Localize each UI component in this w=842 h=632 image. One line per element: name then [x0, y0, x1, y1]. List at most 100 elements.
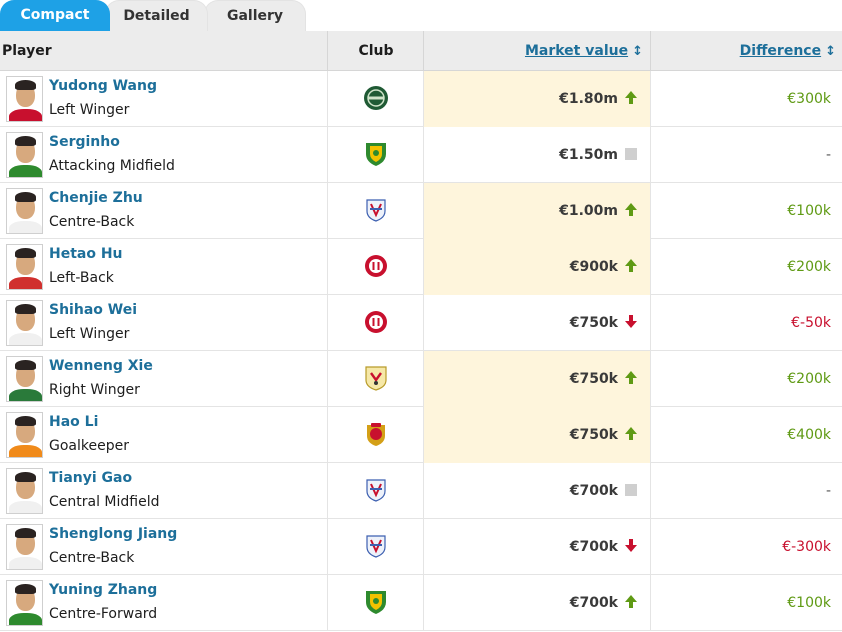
- column-divider: [327, 351, 328, 407]
- view-tabs: Gallery Detailed Compact: [0, 0, 842, 31]
- player-name-link[interactable]: Yudong Wang: [49, 78, 157, 94]
- player-name-link[interactable]: Shenglong Jiang: [49, 526, 177, 542]
- value-difference: €200k: [787, 259, 831, 275]
- table-row: Hetao Hu Left-Back €900k €200k: [0, 239, 842, 295]
- player-name-link[interactable]: Wenneng Xie: [49, 358, 153, 374]
- player-name-link[interactable]: Serginho: [49, 134, 120, 150]
- player-position: Goalkeeper: [49, 438, 129, 454]
- arrow-down-icon: [624, 315, 638, 329]
- player-column-header: Player: [2, 43, 52, 59]
- player-photo[interactable]: [6, 76, 43, 122]
- no-change-icon: [624, 147, 638, 161]
- market-value: €700k: [569, 483, 618, 499]
- market-value: €1.50m: [559, 147, 618, 163]
- arrow-up-icon: [624, 427, 638, 441]
- market-value: €700k: [569, 539, 618, 555]
- value-difference: -: [825, 483, 831, 499]
- player-photo[interactable]: [6, 412, 43, 458]
- tab-gallery[interactable]: Gallery: [204, 0, 306, 31]
- column-divider: [327, 407, 328, 463]
- player-name-link[interactable]: Yuning Zhang: [49, 582, 157, 598]
- table-body: Yudong Wang Left Winger €1.80m €300k Serginh…: [0, 71, 842, 631]
- market-value-sort-link[interactable]: Market value: [525, 43, 628, 59]
- club-crest-yellow-shield-icon[interactable]: [363, 365, 389, 391]
- table-header: Player Club Market value ↕ Difference ↕: [0, 31, 842, 71]
- value-difference: €100k: [787, 595, 831, 611]
- player-name-link[interactable]: Tianyi Gao: [49, 470, 132, 486]
- club-crest-green-shield-icon[interactable]: [363, 141, 389, 167]
- sort-arrows-icon[interactable]: ↕: [632, 44, 643, 59]
- market-value: €1.00m: [559, 203, 618, 219]
- arrow-up-icon: [624, 91, 638, 105]
- table-row: Chenjie Zhu Centre-Back €1.00m €100k: [0, 183, 842, 239]
- player-photo[interactable]: [6, 188, 43, 234]
- player-photo[interactable]: [6, 580, 43, 626]
- arrow-up-icon: [624, 259, 638, 273]
- player-name-link[interactable]: Hao Li: [49, 414, 98, 430]
- club-crest-red-round-icon[interactable]: [363, 253, 389, 279]
- arrow-up-icon: [624, 595, 638, 609]
- table-row: Yuning Zhang Centre-Forward €700k €100k: [0, 575, 842, 631]
- player-position: Left Winger: [49, 102, 130, 118]
- column-divider: [327, 463, 328, 519]
- market-value: €700k: [569, 595, 618, 611]
- player-position: Central Midfield: [49, 494, 160, 510]
- player-name-link[interactable]: Hetao Hu: [49, 246, 123, 262]
- club-crest-blue-shield-icon[interactable]: [363, 197, 389, 223]
- difference-column-header[interactable]: Difference ↕: [651, 31, 842, 71]
- club-crest-green-shield-icon[interactable]: [363, 589, 389, 615]
- market-value: €750k: [569, 315, 618, 331]
- player-photo[interactable]: [6, 300, 43, 346]
- player-position: Centre-Back: [49, 550, 135, 566]
- value-difference: €400k: [787, 427, 831, 443]
- club-crest-green-round-icon[interactable]: [363, 85, 389, 111]
- column-divider: [327, 183, 328, 239]
- tab-detailed[interactable]: Detailed: [105, 0, 208, 31]
- column-divider: [327, 127, 328, 183]
- value-difference: €100k: [787, 203, 831, 219]
- no-change-icon: [624, 483, 638, 497]
- table-row: Shenglong Jiang Centre-Back €700k €-300k: [0, 519, 842, 575]
- table-row: Serginho Attacking Midfield €1.50m -: [0, 127, 842, 183]
- tab-compact[interactable]: Compact: [0, 0, 110, 31]
- table-row: Hao Li Goalkeeper €750k €400k: [0, 407, 842, 463]
- market-value: €900k: [569, 259, 618, 275]
- column-divider: [327, 239, 328, 295]
- club-crest-red-round-icon[interactable]: [363, 309, 389, 335]
- market-value: €750k: [569, 427, 618, 443]
- player-photo[interactable]: [6, 468, 43, 514]
- player-photo[interactable]: [6, 132, 43, 178]
- player-position: Left-Back: [49, 270, 114, 286]
- column-divider: [327, 71, 328, 127]
- club-crest-red-gold-icon[interactable]: [363, 421, 389, 447]
- arrow-up-icon: [624, 371, 638, 385]
- value-difference: €-50k: [791, 315, 831, 331]
- player-photo[interactable]: [6, 524, 43, 570]
- column-divider: [327, 295, 328, 351]
- club-column-header: Club: [358, 43, 394, 59]
- difference-sort-link[interactable]: Difference: [740, 43, 821, 59]
- player-photo[interactable]: [6, 356, 43, 402]
- value-difference: €300k: [787, 91, 831, 107]
- player-position: Left Winger: [49, 326, 130, 342]
- market-value: €1.80m: [559, 91, 618, 107]
- club-crest-blue-shield-icon[interactable]: [363, 477, 389, 503]
- table-row: Wenneng Xie Right Winger €750k €200k: [0, 351, 842, 407]
- player-position: Centre-Forward: [49, 606, 158, 622]
- player-photo[interactable]: [6, 244, 43, 290]
- market-value: €750k: [569, 371, 618, 387]
- market-value-column-header[interactable]: Market value ↕: [424, 31, 651, 71]
- club-crest-blue-shield-icon[interactable]: [363, 533, 389, 559]
- column-divider: [327, 575, 328, 631]
- arrow-up-icon: [624, 203, 638, 217]
- arrow-down-icon: [624, 539, 638, 553]
- player-name-link[interactable]: Chenjie Zhu: [49, 190, 143, 206]
- table-row: Tianyi Gao Central Midfield €700k -: [0, 463, 842, 519]
- table-row: Shihao Wei Left Winger €750k €-50k: [0, 295, 842, 351]
- value-difference: €-300k: [782, 539, 831, 555]
- player-position: Right Winger: [49, 382, 140, 398]
- sort-arrows-icon[interactable]: ↕: [825, 44, 836, 59]
- player-name-link[interactable]: Shihao Wei: [49, 302, 137, 318]
- market-value-table: Player Club Market value ↕ Difference ↕ Yu…: [0, 31, 842, 631]
- value-difference: €200k: [787, 371, 831, 387]
